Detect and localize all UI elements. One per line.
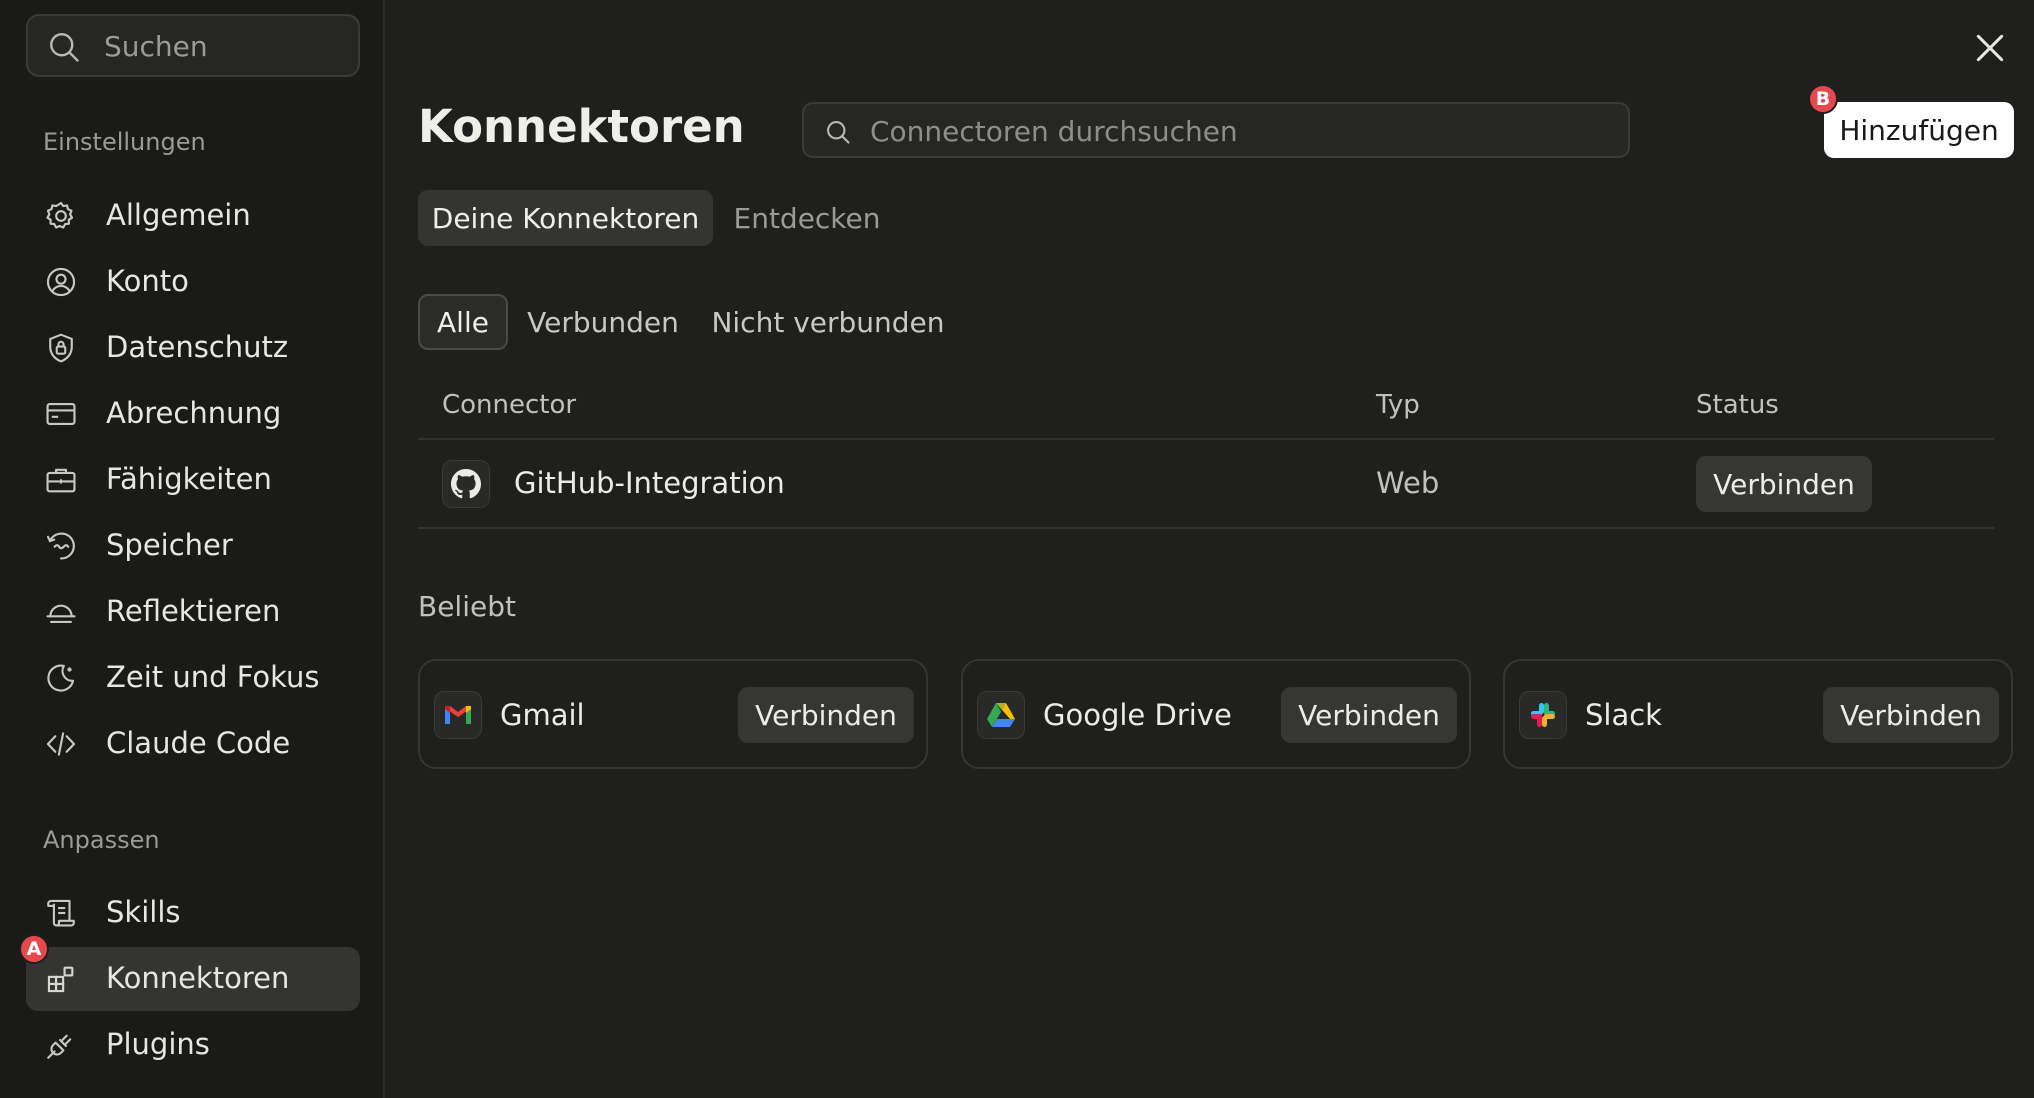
page-title: Konnektoren <box>418 100 745 153</box>
google-drive-icon <box>977 691 1025 739</box>
tab-deine-konnektoren[interactable]: Deine Konnektoren <box>418 190 713 246</box>
sidebar-item-skills[interactable]: Skills <box>26 881 360 945</box>
sidebar-item-label: Konto <box>106 264 189 298</box>
sidebar-item-label: Plugins <box>106 1027 210 1061</box>
popular-section-label: Beliebt <box>418 590 516 623</box>
sidebar-item-allgemein[interactable]: Allgemein <box>26 184 360 248</box>
scroll-icon <box>47 899 75 927</box>
filter-alle[interactable]: Alle <box>418 294 508 350</box>
sidebar-item-konnektoren[interactable]: Konnektoren <box>26 947 360 1011</box>
sidebar-item-label: Datenschutz <box>106 330 289 364</box>
table-row-divider <box>418 527 1994 529</box>
sidebar-item-label: Reflektieren <box>106 594 281 628</box>
sidebar-item-reflektieren[interactable]: Reflektieren <box>26 580 360 644</box>
connect-button-slack[interactable]: Verbinden <box>1823 687 1999 743</box>
settings-window: Einstellungen Allgemein Konto Datenschut… <box>0 0 2034 1098</box>
annotation-marker-a: A <box>19 934 49 964</box>
sidebar-item-faehigkeiten[interactable]: Fähigkeiten <box>26 448 360 512</box>
connector-card-name: Google Drive <box>1043 698 1232 732</box>
sidebar-search-input[interactable] <box>104 24 344 68</box>
connector-card-name: Gmail <box>500 698 585 732</box>
sidebar-item-zeit-und-fokus[interactable]: Zeit und Fokus <box>26 646 360 710</box>
column-header-connector: Connector <box>442 390 577 420</box>
tab-entdecken[interactable]: Entdecken <box>722 190 892 246</box>
connector-type: Web <box>1376 466 1440 500</box>
close-icon[interactable] <box>1970 28 2010 68</box>
connector-card-slack: Slack Verbinden <box>1503 659 2013 769</box>
github-icon <box>442 460 490 508</box>
sidebar-item-label: Zeit und Fokus <box>106 660 320 694</box>
filter-verbunden[interactable]: Verbunden <box>518 294 688 350</box>
gear-icon <box>46 201 74 229</box>
shield-lock-icon <box>49 333 73 363</box>
sidebar-item-label: Skills <box>106 895 181 929</box>
slack-icon <box>1519 691 1567 739</box>
add-button[interactable]: Hinzufügen <box>1824 102 2014 158</box>
memory-icon <box>46 532 75 560</box>
section-label-settings: Einstellungen <box>43 128 206 156</box>
sidebar: Einstellungen Allgemein Konto Datenschut… <box>0 0 385 1098</box>
sidebar-item-label: Abrechnung <box>106 396 282 430</box>
sidebar-item-claude-code[interactable]: Claude Code <box>26 712 360 776</box>
connector-card-google-drive: Google Drive Verbinden <box>961 659 1471 769</box>
sidebar-item-label: Claude Code <box>106 726 291 760</box>
sidebar-item-speicher[interactable]: Speicher <box>26 514 360 578</box>
briefcase-icon <box>46 468 76 493</box>
sidebar-item-label: Konnektoren <box>106 961 290 995</box>
table-header-divider <box>418 438 1994 440</box>
filter-nicht-verbunden[interactable]: Nicht verbunden <box>706 294 950 350</box>
sidebar-item-label: Speicher <box>106 528 233 562</box>
sidebar-item-label: Allgemein <box>106 198 251 232</box>
sidebar-search[interactable] <box>26 14 360 77</box>
annotation-marker-b: B <box>1808 84 1838 114</box>
connect-button-gmail[interactable]: Verbinden <box>738 687 914 743</box>
plug-icon <box>47 1034 72 1059</box>
sidebar-item-abrechnung[interactable]: Abrechnung <box>26 382 360 446</box>
search-icon <box>827 121 850 144</box>
sidebar-item-konto[interactable]: Konto <box>26 250 360 314</box>
user-circle-icon <box>46 267 76 297</box>
section-label-customize: Anpassen <box>43 826 160 854</box>
search-icon <box>50 33 79 62</box>
connector-search-input[interactable] <box>870 110 1610 152</box>
connector-card-name: Slack <box>1585 698 1662 732</box>
code-icon <box>46 732 76 756</box>
connector-card-gmail: Gmail Verbinden <box>418 659 928 769</box>
credit-card-icon <box>46 403 76 425</box>
column-header-status: Status <box>1696 390 1779 420</box>
sidebar-item-datenschutz[interactable]: Datenschutz <box>26 316 360 380</box>
connectors-icon <box>47 966 74 993</box>
gmail-icon <box>434 691 482 739</box>
sidebar-item-plugins[interactable]: Plugins <box>26 1013 360 1077</box>
column-header-typ: Typ <box>1376 390 1420 420</box>
sidebar-item-label: Fähigkeiten <box>106 462 272 496</box>
connector-name: GitHub-Integration <box>514 466 785 500</box>
connector-search[interactable] <box>802 102 1630 158</box>
reflect-icon <box>46 604 76 623</box>
moon-icon <box>47 664 75 692</box>
connect-button-google-drive[interactable]: Verbinden <box>1281 687 1457 743</box>
connect-button-github[interactable]: Verbinden <box>1696 456 1872 512</box>
